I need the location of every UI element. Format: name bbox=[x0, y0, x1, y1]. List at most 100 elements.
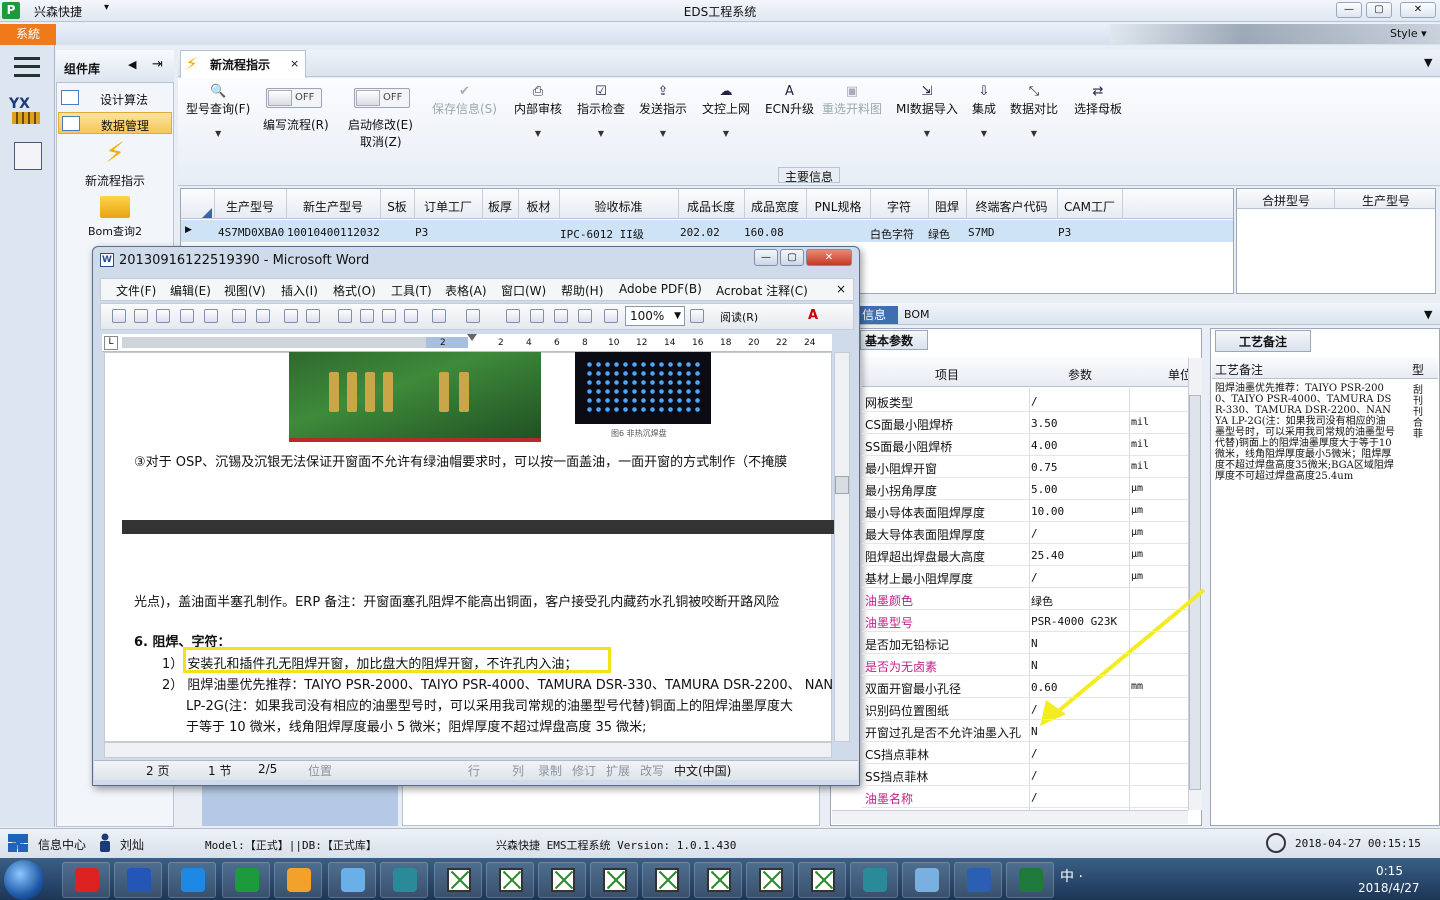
font-color-icon[interactable]: A bbox=[808, 308, 818, 323]
taskbar-item[interactable] bbox=[902, 862, 950, 898]
param-row[interactable]: 开窗过孔是否不允许油墨入孔 N bbox=[862, 720, 1188, 742]
table-cell[interactable]: IPC-6012 II级 bbox=[560, 226, 644, 242]
param-row[interactable]: 最小拐角厚度 5.00 μm bbox=[862, 478, 1188, 500]
toolbar-icon[interactable] bbox=[360, 309, 374, 323]
toolbar-icon[interactable] bbox=[134, 309, 148, 323]
toolbar-icon[interactable] bbox=[232, 309, 246, 323]
style-menu[interactable]: Style ▾ bbox=[1390, 27, 1427, 40]
collapse-left-icon[interactable]: ◀ bbox=[128, 58, 136, 71]
toolbar-icon[interactable] bbox=[180, 309, 194, 323]
col-header[interactable]: 终端客户代码 bbox=[966, 198, 1057, 215]
taskbar-item[interactable] bbox=[798, 862, 846, 898]
ecn-upgrade-button[interactable]: A ECN升级 bbox=[765, 84, 814, 117]
save-info-button[interactable]: ✔ 保存信息(S) bbox=[432, 84, 497, 117]
param-row[interactable]: 基材上最小阻焊厚度 / μm bbox=[862, 566, 1188, 588]
col-header[interactable]: S板 bbox=[380, 198, 414, 215]
tab-info[interactable]: 信息 bbox=[858, 306, 898, 324]
ime-indicator[interactable]: 中 · bbox=[1060, 866, 1083, 886]
param-row[interactable]: 最小导体表面阻焊厚度 10.00 μm bbox=[862, 500, 1188, 522]
col-header-item[interactable]: 项目 bbox=[935, 366, 959, 383]
toolbar-icon[interactable] bbox=[156, 309, 170, 323]
tab-close-icon[interactable]: × bbox=[290, 57, 299, 70]
write-flow-toggle[interactable]: OFF bbox=[266, 88, 322, 108]
param-row[interactable]: 是否加无铅标记 N bbox=[862, 632, 1188, 654]
complib-item-data-management[interactable]: 数据管理 bbox=[58, 112, 172, 134]
start-button[interactable] bbox=[4, 860, 44, 900]
integrate-button[interactable]: ⇩ 集成 ▼ bbox=[972, 84, 996, 138]
param-row[interactable]: 油墨型号 PSR-4000 G23K bbox=[862, 610, 1188, 632]
taskbar-item[interactable] bbox=[380, 862, 428, 898]
param-row[interactable]: 双面开窗最小孔径 0.60 mm bbox=[862, 676, 1188, 698]
toolbar-icon[interactable] bbox=[466, 309, 480, 323]
param-value[interactable]: / bbox=[1031, 769, 1038, 782]
word-close-button[interactable]: ✕ bbox=[806, 249, 852, 266]
toolbar-icon[interactable] bbox=[112, 309, 126, 323]
toolbar-icon[interactable] bbox=[690, 309, 704, 323]
word-status-item[interactable]: 录制 bbox=[538, 762, 562, 779]
param-row[interactable]: 油墨名称 / bbox=[862, 786, 1188, 808]
col-header[interactable]: 板厚 bbox=[482, 198, 518, 215]
param-row[interactable]: SS面最小阻焊桥 4.00 mil bbox=[862, 434, 1188, 456]
param-row[interactable]: 阻焊超出焊盘最大高度 25.40 μm bbox=[862, 544, 1188, 566]
reading-mode-button[interactable]: 阅读(R) bbox=[720, 309, 758, 325]
word-horizontal-scrollbar[interactable] bbox=[104, 742, 832, 758]
taskbar-item[interactable] bbox=[486, 862, 534, 898]
param-value[interactable]: 5.00 bbox=[1031, 483, 1058, 496]
word-status-item[interactable]: 修订 bbox=[572, 762, 596, 779]
table-cell[interactable]: 白色字符 bbox=[870, 226, 914, 242]
toolbar-icon[interactable] bbox=[284, 309, 298, 323]
col-header[interactable]: 板材 bbox=[518, 198, 559, 215]
toolbar-icon[interactable] bbox=[338, 309, 352, 323]
taskbar-item[interactable] bbox=[168, 862, 216, 898]
col-header[interactable]: 成品宽度 bbox=[744, 198, 806, 215]
param-value[interactable]: 4.00 bbox=[1031, 439, 1058, 452]
param-value[interactable]: / bbox=[1031, 395, 1038, 408]
param-row[interactable]: 是否为无卤素 N bbox=[862, 654, 1188, 676]
taskbar-item[interactable] bbox=[850, 862, 898, 898]
zoom-select[interactable]: 100% ▼ bbox=[625, 306, 685, 326]
col-header[interactable]: 生产型号 bbox=[214, 198, 286, 215]
table-cell[interactable]: 160.08 bbox=[744, 226, 784, 239]
info-center-icon[interactable] bbox=[8, 834, 28, 852]
toolbar-icon[interactable] bbox=[306, 309, 320, 323]
lower-tab-dropdown-icon[interactable]: ▼ bbox=[1424, 308, 1432, 321]
hamburger-menu-icon[interactable] bbox=[14, 57, 40, 77]
table-cell[interactable]: S7MD bbox=[968, 226, 995, 239]
word-menu-item[interactable]: 文件(F) bbox=[116, 282, 156, 299]
param-value[interactable]: PSR-4000 G23K bbox=[1031, 615, 1117, 628]
complib-item-design-algorithm[interactable]: 设计算法 bbox=[58, 87, 172, 109]
toolbar-icon[interactable] bbox=[204, 309, 218, 323]
tab-bom[interactable]: BOM bbox=[904, 308, 930, 321]
taskbar-item[interactable] bbox=[328, 862, 376, 898]
param-row[interactable]: CS面最小阻焊桥 3.50 mil bbox=[862, 412, 1188, 434]
param-value[interactable]: 0.60 bbox=[1031, 681, 1058, 694]
instruction-check-button[interactable]: ☑ 指示检查 ▼ bbox=[577, 84, 625, 138]
word-menu-item[interactable]: 窗口(W) bbox=[501, 282, 546, 299]
col-header-production-model[interactable]: 生产型号 bbox=[1362, 192, 1410, 209]
col-header[interactable]: PNL规格 bbox=[806, 198, 870, 215]
cancel-label[interactable]: 取消(Z) bbox=[360, 133, 402, 150]
word-menu-item[interactable]: 帮助(H) bbox=[561, 282, 603, 299]
word-menu-item[interactable]: 视图(V) bbox=[224, 282, 266, 299]
taskbar-item[interactable] bbox=[274, 862, 322, 898]
param-row[interactable]: 最大导体表面阻焊厚度 / μm bbox=[862, 522, 1188, 544]
word-status-item[interactable]: 中文(中国) bbox=[674, 762, 731, 779]
mi-data-import-button[interactable]: ⇲ MI数据导入 ▼ bbox=[896, 84, 958, 138]
col-header[interactable]: CAM工厂 bbox=[1057, 198, 1122, 215]
tab-stop-selector[interactable]: L bbox=[104, 336, 118, 350]
notes-col-header-type[interactable]: 型 bbox=[1412, 361, 1424, 378]
word-maximize-button[interactable]: ▢ bbox=[780, 249, 804, 266]
tab-list-dropdown-icon[interactable]: ▼ bbox=[1424, 56, 1432, 69]
word-menu-item[interactable]: Adobe PDF(B) bbox=[619, 282, 702, 296]
col-header[interactable]: 成品长度 bbox=[678, 198, 744, 215]
word-status-item[interactable]: 扩展 bbox=[606, 762, 630, 779]
col-header[interactable]: 阻焊 bbox=[928, 198, 966, 215]
start-edit-toggle[interactable]: OFF bbox=[354, 88, 410, 108]
model-query-button[interactable]: 🔍 型号查询(F) ▼ bbox=[186, 84, 250, 138]
toolbar-icon[interactable] bbox=[506, 309, 520, 323]
taskbar-item[interactable] bbox=[62, 862, 110, 898]
param-value[interactable]: / bbox=[1031, 571, 1038, 584]
toolbar-icon[interactable] bbox=[256, 309, 270, 323]
toolbar-icon[interactable] bbox=[404, 309, 418, 323]
toolbar-icon[interactable] bbox=[530, 309, 544, 323]
